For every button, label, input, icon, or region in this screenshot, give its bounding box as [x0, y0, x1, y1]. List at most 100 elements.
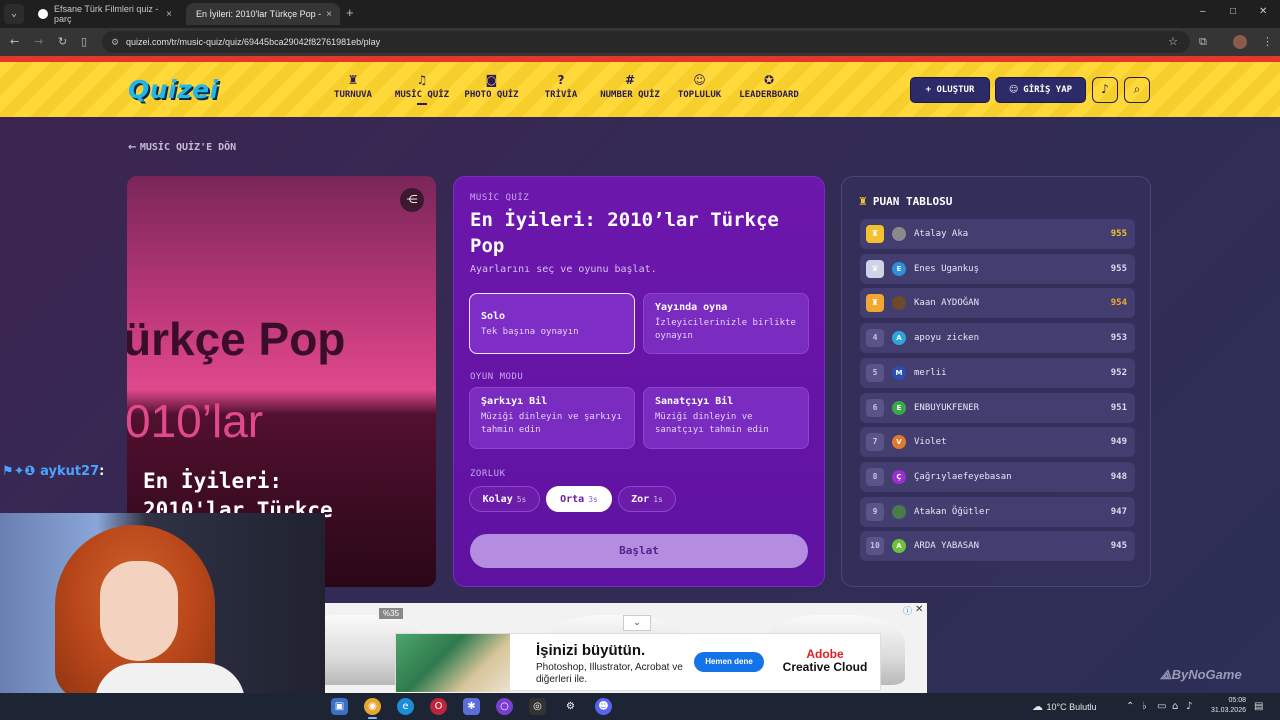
- quizei-logo[interactable]: Quizei: [128, 75, 219, 104]
- rank-number: 7: [866, 433, 884, 452]
- leaderboard-row: 5 Mmerlii 952: [860, 357, 1135, 388]
- nav-leaderboard[interactable]: ✪ LEADERBOARD: [737, 73, 801, 100]
- back-arrow-icon[interactable]: ←: [10, 35, 19, 48]
- player-name: apoyu zicken: [914, 333, 980, 344]
- chat-colon: :: [99, 464, 105, 479]
- notification-center-icon[interactable]: ▤: [1254, 693, 1263, 720]
- back-link-label: MUSİC QUİZ'E DÖN: [139, 142, 237, 153]
- microphone-icon[interactable]: ♭: [1142, 693, 1147, 720]
- new-tab-button[interactable]: +: [346, 5, 354, 20]
- cover-art-text-top: ürkçe Pop: [127, 313, 346, 365]
- extensions-icon[interactable]: ⧉: [1199, 35, 1207, 49]
- chat-badges-icon: ⚑✦❶: [2, 464, 41, 479]
- leaderboard-row: 10 A ARDA YABASAN 945: [860, 531, 1135, 562]
- nav-number-quiz[interactable]: # NUMBER QUİZ: [598, 73, 662, 100]
- clock-date: 31.03.2026: [1210, 707, 1246, 714]
- create-button[interactable]: + OLUŞTUR: [910, 77, 990, 103]
- game-mode-song[interactable]: Şarkıyı Bil Müziği dinleyin ve şarkıyı t…: [469, 387, 635, 449]
- player-score: 953: [1110, 333, 1127, 344]
- login-label: GİRİŞ YAP: [1023, 85, 1073, 95]
- rank-number: 6: [866, 398, 884, 417]
- forward-arrow-icon[interactable]: →: [34, 35, 43, 48]
- ad-collapse-chevron-icon[interactable]: ⌄: [623, 615, 651, 631]
- share-icon[interactable]: ⋲: [400, 188, 424, 212]
- rank-number: 10: [866, 537, 884, 556]
- nav-music-quiz[interactable]: ♫ MUSİC QUİZ: [393, 73, 451, 105]
- reload-icon[interactable]: ↻: [58, 35, 67, 48]
- player-avatar: E: [892, 400, 906, 415]
- nav-trivia[interactable]: ? TRİVİA: [543, 73, 579, 100]
- difficulty-medium[interactable]: Orta 3s: [546, 486, 612, 512]
- cloud-icon: ☁: [1032, 700, 1047, 713]
- streamer-shirt: [95, 663, 245, 693]
- system-clock[interactable]: 05:08 31.03.2026: [1198, 696, 1246, 716]
- player-name: ENBUYUKFENER: [914, 402, 980, 413]
- app-icon[interactable]: ✱: [463, 698, 480, 715]
- profile-avatar[interactable]: [1233, 35, 1247, 49]
- user-icon: ☺: [1008, 85, 1019, 95]
- obs-icon[interactable]: ○: [496, 698, 513, 715]
- start-button[interactable]: Başlat: [470, 534, 808, 568]
- player-name: Enes Ugankuş: [914, 263, 980, 274]
- close-window-button[interactable]: ✕: [1259, 6, 1267, 17]
- option-title: Sanatçıyı Bil: [655, 396, 734, 407]
- ad-banner[interactable]: %35 ⌄ ⓘ ✕ İşinizi büyütün. Photoshop, Il…: [325, 603, 927, 693]
- volume-icon[interactable]: ♪: [1186, 693, 1192, 720]
- keyboard-icon[interactable]: ▭: [1157, 693, 1166, 720]
- edge-icon[interactable]: e: [397, 698, 414, 715]
- browser-tab-2-active[interactable]: En İyileri: 2010'lar Türkçe Pop - ×: [186, 3, 340, 25]
- difficulty-name: Kolay: [482, 493, 513, 505]
- play-mode-stream[interactable]: Yayında oyna İzleyicilerinizle birlikte …: [643, 293, 809, 354]
- address-bar[interactable]: ⚙ quizei.com/tr/music-quiz/quiz/69445bca…: [102, 31, 1190, 53]
- search-icon[interactable]: ⌕: [1124, 77, 1150, 103]
- player-avatar: Ç: [892, 469, 906, 484]
- ad-card[interactable]: İşinizi büyütün. Photoshop, Illustrator,…: [395, 633, 881, 692]
- player-score: 955: [1110, 229, 1127, 239]
- ad-cta-button[interactable]: Hemen dene: [694, 652, 764, 672]
- nav-topluluk[interactable]: ☺ TOPLULUK: [676, 73, 723, 100]
- tab-search-dropdown-icon[interactable]: ⌄: [4, 4, 24, 24]
- weather-widget[interactable]: ☁ 10°C Bulutlu: [1032, 693, 1097, 720]
- tray-expand-icon[interactable]: ⌃: [1126, 693, 1134, 720]
- tab-close-icon[interactable]: ×: [326, 9, 332, 20]
- ad-close-button[interactable]: ✕: [915, 604, 923, 615]
- leaderboard-row: ♜ Atalay Aka 955: [860, 219, 1135, 249]
- browser-tab-1[interactable]: Efsane Türk Filmleri quiz - parç ×: [28, 3, 180, 25]
- chrome-icon[interactable]: ◉: [364, 698, 381, 719]
- player-avatar: E: [892, 261, 906, 276]
- site-info-icon[interactable]: ⚙: [111, 31, 119, 53]
- side-panel-icon[interactable]: ▯: [81, 35, 87, 48]
- notifications-bell-icon[interactable]: ♪: [1092, 77, 1118, 103]
- player-avatar: A: [892, 331, 906, 346]
- player-name: Violet: [914, 437, 947, 448]
- game-mode-artist[interactable]: Sanatçıyı Bil Müziği dinleyin ve sanatçı…: [643, 387, 809, 449]
- browser-menu-icon[interactable]: ⋮: [1262, 35, 1273, 48]
- site-header: Quizei ♜ TURNUVA ♫ MUSİC QUİZ ◙ PHOTO QU…: [0, 62, 1280, 117]
- login-button[interactable]: ☺ GİRİŞ YAP: [995, 77, 1086, 103]
- cover-title-line1: En İyileri:: [143, 469, 283, 493]
- bookmark-star-icon[interactable]: ☆: [1168, 31, 1178, 53]
- file-explorer-icon[interactable]: ▣: [331, 698, 348, 715]
- play-mode-solo[interactable]: Solo Tek başına oynayın: [469, 293, 635, 354]
- discord-icon[interactable]: ☻: [595, 698, 612, 715]
- category-kicker: MUSİC QUİZ: [470, 193, 530, 203]
- network-icon[interactable]: ⌂: [1172, 693, 1178, 720]
- nav-photo-quiz[interactable]: ◙ PHOTO QUİZ: [463, 73, 520, 100]
- back-to-music-quiz-link[interactable]: ← MUSİC QUİZ'E DÖN: [128, 142, 236, 153]
- player-name: Atalay Aka: [914, 229, 969, 239]
- capture-icon[interactable]: ◎: [529, 698, 546, 715]
- difficulty-easy[interactable]: Kolay 5s: [469, 486, 540, 512]
- player-score: 954: [1110, 298, 1127, 309]
- adobe-logo: Adobe Creative Cloud: [780, 648, 870, 674]
- maximize-button[interactable]: □: [1230, 6, 1236, 17]
- nav-label: PHOTO QUİZ: [464, 90, 519, 100]
- minimize-button[interactable]: –: [1200, 6, 1206, 17]
- nav-turnuva[interactable]: ♜ TURNUVA: [333, 73, 373, 100]
- leaderboard-row: 9 Atakan Öğütler 947: [860, 496, 1135, 527]
- opera-icon[interactable]: O: [430, 698, 447, 715]
- settings-gear-icon[interactable]: ⚙: [562, 698, 579, 715]
- tab-close-icon[interactable]: ×: [166, 9, 172, 20]
- bynogame-logo-icon: ⟁: [1160, 667, 1172, 682]
- ad-info-icon[interactable]: ⓘ: [903, 604, 912, 617]
- difficulty-hard[interactable]: Zor 1s: [618, 486, 676, 512]
